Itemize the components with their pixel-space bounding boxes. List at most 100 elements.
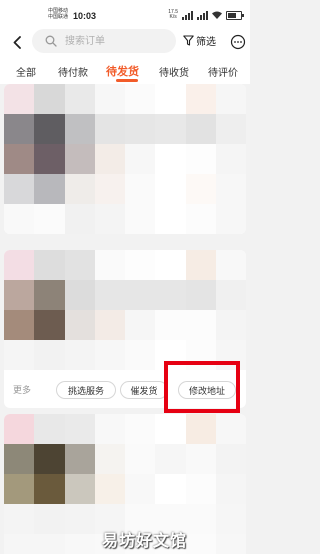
network-speed: 17.5 K/s	[168, 10, 178, 20]
mosaic-tile	[185, 144, 216, 174]
mosaic-tile	[34, 204, 65, 234]
tab-all[interactable]: 全部	[16, 64, 36, 79]
mosaic-tile	[155, 474, 186, 504]
mosaic-tile	[215, 534, 246, 554]
mosaic-tile	[125, 474, 156, 504]
back-button[interactable]	[12, 34, 22, 50]
wifi-icon	[212, 11, 222, 19]
mosaic-tile	[4, 444, 35, 474]
mosaic-tile	[34, 250, 65, 280]
tab-pending-payment[interactable]: 待付款	[58, 64, 88, 79]
order-card-1[interactable]	[4, 84, 246, 234]
mosaic-tile	[125, 414, 156, 444]
order-tabs: 全部 待付款 待发货 待收货 待评价	[0, 58, 250, 84]
signal-icon-2	[197, 10, 208, 20]
mosaic-tile	[4, 174, 35, 204]
mosaic-tile	[215, 84, 246, 114]
mosaic-tile	[215, 174, 246, 204]
mosaic-tile	[125, 340, 156, 370]
mosaic-tile	[34, 84, 65, 114]
more-link[interactable]: 更多	[13, 383, 31, 396]
mosaic-tile	[94, 310, 125, 340]
mosaic-tile	[155, 144, 186, 174]
mosaic-tile	[185, 280, 216, 310]
mosaic-tile	[64, 250, 95, 280]
filter-icon	[183, 35, 194, 46]
mosaic-tile	[215, 310, 246, 340]
mosaic-tile	[185, 84, 216, 114]
mosaic-tile	[64, 144, 95, 174]
mosaic-tile	[34, 310, 65, 340]
status-icons: 17.5 K/s	[168, 9, 244, 21]
mosaic-tile	[4, 310, 35, 340]
mosaic-tile	[125, 114, 156, 144]
mosaic-tile	[64, 504, 95, 534]
tab-pending-review[interactable]: 待评价	[208, 64, 238, 79]
mosaic-tile	[4, 340, 35, 370]
filter-button[interactable]: 筛选	[183, 33, 216, 48]
select-service-button[interactable]: 挑选服务	[56, 381, 116, 399]
mosaic-tile	[94, 340, 125, 370]
mosaic-tile	[94, 280, 125, 310]
mosaic-tile	[155, 204, 186, 234]
mosaic-tile	[215, 474, 246, 504]
mosaic-tile	[4, 204, 35, 234]
mosaic-tile	[64, 84, 95, 114]
mosaic-tile	[215, 280, 246, 310]
mosaic-tile	[185, 204, 216, 234]
mosaic-tile	[34, 444, 65, 474]
order-card-2-blurred-image	[4, 250, 246, 370]
mosaic-tile	[185, 504, 216, 534]
tab-pending-receipt[interactable]: 待收货	[159, 64, 189, 79]
signal-icon	[182, 10, 193, 20]
carrier-info: 中国移动 中国联通	[48, 8, 68, 20]
mosaic-tile	[94, 174, 125, 204]
mosaic-tile	[125, 174, 156, 204]
battery-level	[228, 12, 237, 18]
more-menu-icon[interactable]	[230, 34, 246, 50]
mosaic-tile	[185, 444, 216, 474]
mosaic-tile	[185, 414, 216, 444]
mosaic-tile	[185, 250, 216, 280]
mosaic-tile	[125, 280, 156, 310]
mosaic-tile	[34, 174, 65, 204]
mosaic-tile	[4, 474, 35, 504]
mosaic-tile	[185, 174, 216, 204]
battery-icon	[226, 10, 244, 20]
mosaic-tile	[155, 444, 186, 474]
filter-label: 筛选	[196, 37, 216, 48]
mosaic-tile	[94, 414, 125, 444]
mosaic-tile	[185, 114, 216, 144]
mosaic-tile	[4, 144, 35, 174]
mosaic-tile	[94, 84, 125, 114]
mosaic-tile	[34, 474, 65, 504]
search-bar[interactable]	[32, 29, 176, 53]
mosaic-tile	[155, 310, 186, 340]
mosaic-tile	[4, 414, 35, 444]
mosaic-tile	[34, 280, 65, 310]
active-tab-indicator	[116, 79, 138, 82]
watermark-text: 易坊好文馆	[102, 533, 188, 550]
mosaic-tile	[185, 310, 216, 340]
mosaic-tile	[215, 204, 246, 234]
search-input[interactable]	[63, 34, 167, 48]
mosaic-tile	[4, 280, 35, 310]
mosaic-tile	[155, 84, 186, 114]
mosaic-tile	[215, 144, 246, 174]
mosaic-tile	[125, 144, 156, 174]
mosaic-tile	[4, 84, 35, 114]
mosaic-tile	[34, 414, 65, 444]
mosaic-tile	[4, 250, 35, 280]
mosaic-tile	[64, 280, 95, 310]
mosaic-tile	[94, 204, 125, 234]
mosaic-tile	[4, 534, 35, 554]
tab-pending-shipment[interactable]: 待发货	[106, 63, 139, 79]
mosaic-tile	[94, 474, 125, 504]
urge-shipment-button[interactable]: 催发货	[120, 381, 168, 399]
header: 筛选	[0, 26, 250, 58]
carrier-2: 中国联通	[48, 14, 69, 20]
mosaic-tile	[4, 114, 35, 144]
mosaic-tile	[64, 444, 95, 474]
mosaic-tile	[125, 310, 156, 340]
mosaic-tile	[155, 114, 186, 144]
